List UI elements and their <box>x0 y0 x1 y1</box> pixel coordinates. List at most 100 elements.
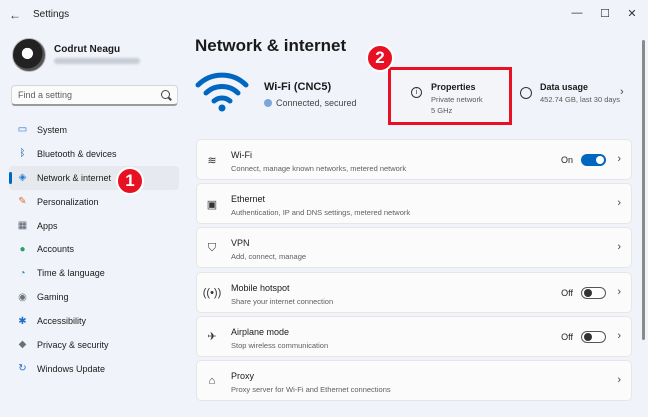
settings-row-wi-fi[interactable]: ≋ Wi-Fi Connect, manage known networks, me… <box>196 139 632 180</box>
properties-network-type: Private network <box>431 95 483 104</box>
user-email-redacted <box>54 58 140 64</box>
update-icon: ↻ <box>18 363 27 375</box>
properties-details: Private network 5 GHz <box>431 95 483 116</box>
sidebar-item-apps[interactable]: ▦ Apps <box>9 214 179 238</box>
sidebar-item-windows-update[interactable]: ↻ Windows Update <box>9 357 179 381</box>
brush-icon: ✎ <box>18 196 27 208</box>
sidebar-item-label: Privacy & security <box>37 339 109 350</box>
sidebar-item-bluetooth-devices[interactable]: ᛒ Bluetooth & devices <box>9 142 179 166</box>
row-description: Add, connect, manage <box>231 252 307 262</box>
user-name: Codrut Neagu <box>54 44 121 55</box>
sidebar-item-label: Accounts <box>37 244 75 255</box>
ethernet-icon: ▣ <box>206 198 218 211</box>
chevron-right-icon[interactable]: › <box>617 286 621 298</box>
wifi-status-text: Connected, secured <box>276 98 357 108</box>
toggle-switch[interactable] <box>581 154 606 166</box>
toggle-switch[interactable] <box>581 286 606 299</box>
bluetooth-icon: ᛒ <box>19 148 26 160</box>
sidebar-item-label: System <box>37 124 68 135</box>
sidebar-item-label: Network & internet <box>37 172 112 183</box>
maximize-button[interactable]: ☐ <box>593 4 617 22</box>
toggle-state-label: On <box>560 155 573 165</box>
sidebar-item-accounts[interactable]: ● Accounts <box>9 237 179 261</box>
wifi-icon: ◈ <box>18 172 27 184</box>
row-title: Proxy <box>231 370 255 381</box>
sidebar-item-time-language[interactable]: ◔ Time & language <box>9 261 179 285</box>
chevron-right-icon[interactable]: › <box>620 86 624 98</box>
sidebar-item-label: Bluetooth & devices <box>37 148 117 159</box>
sidebar-nav: ▭ System ᛒ Bluetooth & devices ◈ Network & in… <box>9 118 179 381</box>
row-description: Share your internet connection <box>231 296 334 306</box>
callout-badge-2: 2 <box>366 44 394 72</box>
sidebar-item-label: Apps <box>37 220 58 231</box>
row-title: Wi-Fi <box>231 150 252 160</box>
row-title: Mobile hotspot <box>231 282 290 293</box>
chevron-right-icon[interactable]: › <box>617 241 621 253</box>
hotspot-icon: ((•)) <box>202 286 222 299</box>
sidebar-item-gaming[interactable]: ◉ Gaming <box>9 285 179 309</box>
settings-row-airplane-mode[interactable]: ✈ Airplane mode Stop wireless communicatio… <box>196 315 632 357</box>
wifi-connection-status: Connected, secured <box>264 98 357 108</box>
proxy-icon: ⌂ <box>208 374 216 387</box>
toggle-switch[interactable] <box>581 330 606 343</box>
chevron-right-icon[interactable]: › <box>617 374 621 386</box>
callout-badge-1: 1 <box>116 167 144 195</box>
info-icon: i <box>411 87 422 98</box>
data-usage-icon <box>520 87 532 99</box>
sidebar-item-label: Accessibility <box>37 316 87 327</box>
avatar <box>12 38 46 72</box>
sidebar-item-accessibility[interactable]: ✱ Accessibility <box>9 309 179 333</box>
title-bar: ← Settings — ☐ ✕ <box>0 0 648 30</box>
sidebar-item-personalization[interactable]: ✎ Personalization <box>9 190 179 214</box>
data-usage-summary: 452.74 GB, last 30 days <box>540 95 621 104</box>
chevron-right-icon[interactable]: › <box>617 153 621 165</box>
wifi-network-name: Wi-Fi (CNC5) <box>264 81 332 93</box>
window-title: Settings <box>33 9 70 20</box>
gamepad-icon: ◉ <box>18 291 27 303</box>
page-title: Network & internet <box>195 36 347 55</box>
sidebar-item-system[interactable]: ▭ System <box>9 118 179 142</box>
monitor-icon: ▭ <box>17 124 28 136</box>
search-placeholder: Find a setting <box>18 90 73 100</box>
close-button[interactable]: ✕ <box>620 4 644 22</box>
sidebar-item-label: Windows Update <box>37 363 106 374</box>
sidebar-item-label: Personalization <box>37 196 99 207</box>
shield-icon: ◆ <box>18 339 27 351</box>
row-title: Ethernet <box>231 194 266 205</box>
wifi-icon: ≋ <box>207 154 217 167</box>
settings-row-ethernet[interactable]: ▣ Ethernet Authentication, IP and DNS sett… <box>196 183 632 225</box>
back-arrow-icon[interactable]: ← <box>9 8 21 22</box>
sidebar-item-label: Gaming <box>37 292 69 303</box>
settings-row-proxy[interactable]: ⌂ Proxy Proxy server for Wi-Fi and Etherne… <box>196 359 632 401</box>
toggle-state-label: Off <box>561 331 573 342</box>
settings-list: ≋ Wi-Fi Connect, manage known networks, me… <box>196 139 632 404</box>
sidebar-item-label: Time & language <box>37 268 105 279</box>
data-usage-title[interactable]: Data usage <box>540 82 588 92</box>
row-description: Authentication, IP and DNS settings, met… <box>231 208 411 218</box>
scrollbar[interactable] <box>642 40 645 340</box>
globe-icon <box>264 99 272 107</box>
search-icon <box>161 90 170 99</box>
row-title: VPN <box>231 238 250 249</box>
user-profile[interactable]: Codrut Neagu <box>12 38 140 72</box>
sidebar-item-network-internet[interactable]: ◈ Network & internet <box>9 165 179 190</box>
row-description: Connect, manage known networks, metered … <box>231 164 407 173</box>
properties-band: 5 GHz <box>431 105 453 115</box>
settings-row-vpn[interactable]: ⛉ VPN Add, connect, manage › <box>196 227 632 269</box>
row-title: Airplane mode <box>231 326 290 337</box>
apps-icon: ▦ <box>17 220 28 231</box>
row-description: Proxy server for Wi-Fi and Ethernet conn… <box>231 384 391 394</box>
sidebar-item-privacy-security[interactable]: ◆ Privacy & security <box>9 333 179 357</box>
accessibility-icon: ✱ <box>18 315 27 327</box>
person-icon: ● <box>19 243 26 255</box>
settings-row-mobile-hotspot[interactable]: ((•)) Mobile hotspot Share your internet c… <box>196 271 632 313</box>
properties-title: Properties <box>431 82 476 92</box>
vpn-shield-icon: ⛉ <box>207 241 217 254</box>
globe-clock-icon: ◔ <box>19 267 26 279</box>
minimize-button[interactable]: — <box>565 4 589 22</box>
toggle-state-label: Off <box>561 287 573 298</box>
search-input[interactable]: Find a setting <box>11 85 178 106</box>
chevron-right-icon[interactable]: › <box>617 330 621 342</box>
airplane-icon: ✈ <box>207 331 217 344</box>
chevron-right-icon[interactable]: › <box>617 197 621 209</box>
